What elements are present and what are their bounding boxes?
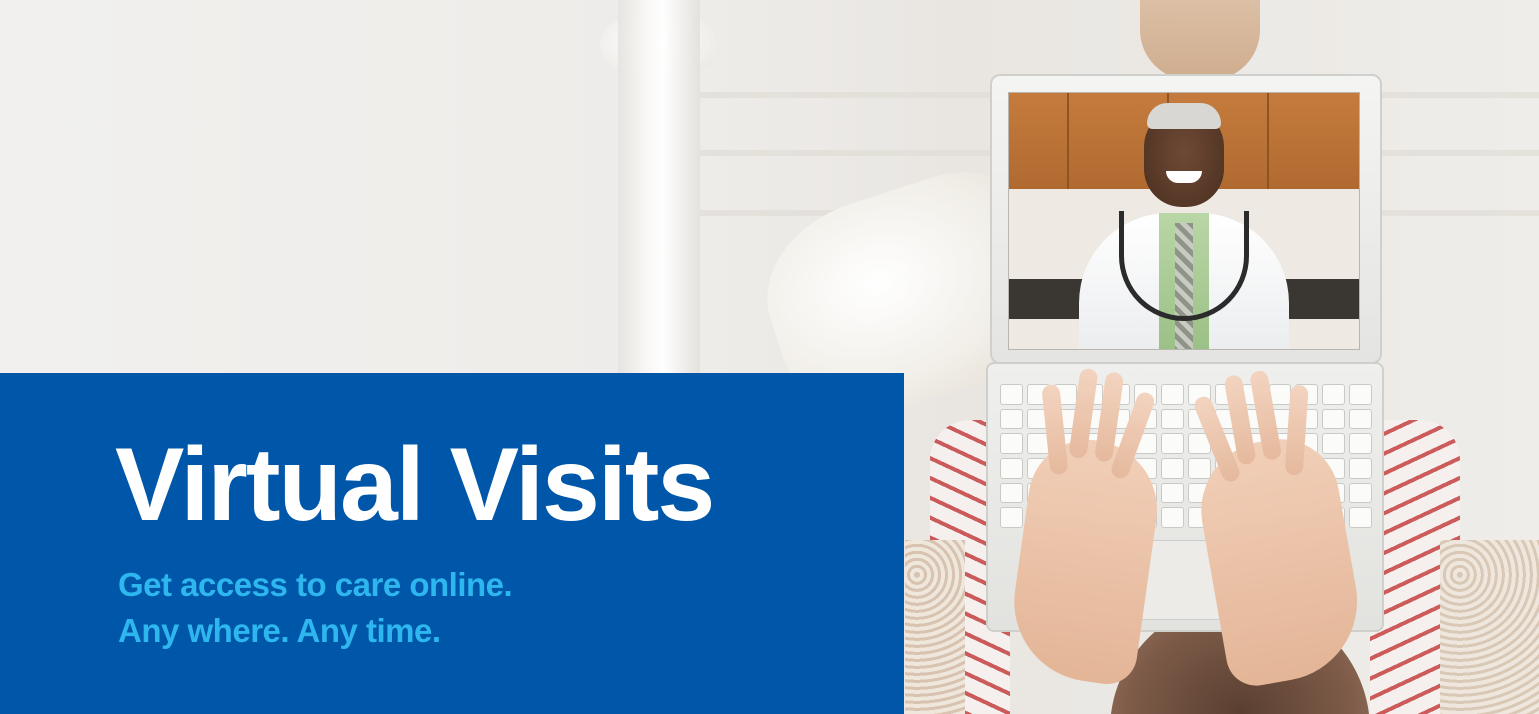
keyboard-key bbox=[1000, 482, 1023, 504]
promo-subtitle-line1: Get access to care online. bbox=[118, 566, 513, 603]
keyboard-key bbox=[1349, 457, 1372, 479]
keyboard-key bbox=[1000, 507, 1023, 528]
keyboard-key bbox=[1349, 482, 1372, 504]
keyboard-key bbox=[1349, 433, 1372, 454]
keyboard-key bbox=[1161, 457, 1184, 479]
keyboard-key bbox=[1161, 433, 1184, 454]
keyboard-key bbox=[1161, 507, 1184, 528]
keyboard-key bbox=[1161, 384, 1184, 405]
promo-title: Virtual Visits bbox=[115, 427, 715, 543]
promo-panel: Virtual Visits Get access to care online… bbox=[0, 373, 904, 714]
promo-subtitle-line2: Any where. Any time. bbox=[118, 612, 441, 649]
keyboard-key bbox=[1000, 384, 1023, 405]
knee bbox=[1140, 0, 1260, 80]
keyboard-key bbox=[1322, 408, 1346, 430]
keyboard-key bbox=[1349, 507, 1372, 528]
keyboard-key bbox=[1322, 433, 1346, 454]
keyboard-key bbox=[1161, 408, 1184, 430]
keyboard-key bbox=[1188, 457, 1211, 479]
laptop-screen-video-call bbox=[1008, 92, 1360, 350]
kitchen-cabinet bbox=[1009, 93, 1069, 189]
keyboard-key bbox=[1349, 408, 1372, 430]
keyboard-key bbox=[1000, 457, 1023, 479]
floral-blanket-right bbox=[1440, 540, 1539, 714]
keyboard-key bbox=[1322, 384, 1346, 405]
keyboard-key bbox=[1349, 384, 1372, 405]
doctor-hair bbox=[1147, 103, 1221, 129]
floral-blanket-left bbox=[905, 540, 965, 714]
kitchen-cabinet bbox=[1269, 93, 1359, 189]
keyboard-key bbox=[1161, 482, 1184, 504]
virtual-visits-banner: Virtual Visits Get access to care online… bbox=[0, 0, 1539, 714]
keyboard-key bbox=[1000, 433, 1023, 454]
keyboard-key bbox=[1000, 408, 1023, 430]
